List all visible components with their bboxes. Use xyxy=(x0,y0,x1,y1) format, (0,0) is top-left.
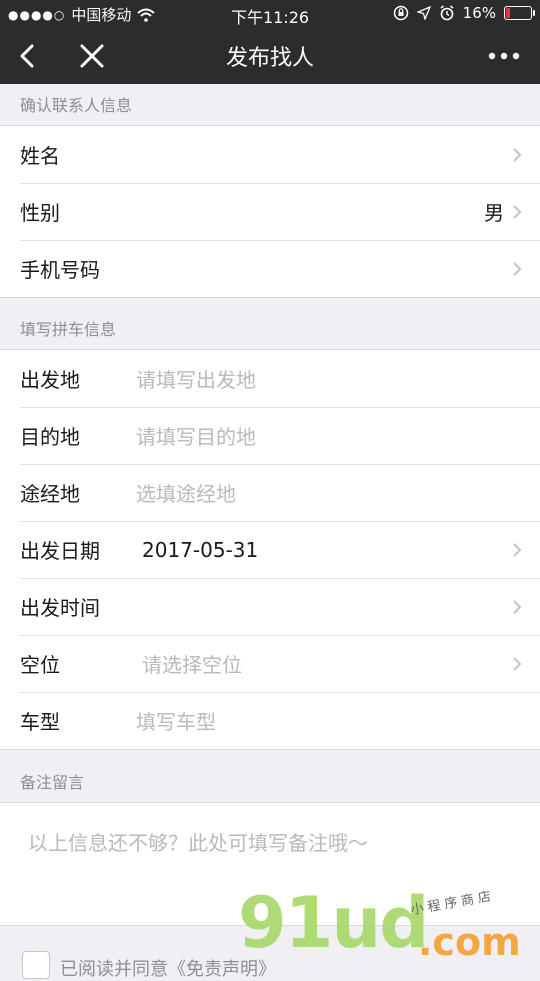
chevron-right-icon xyxy=(513,148,522,162)
contact-section-header: 确认联系人信息 xyxy=(20,96,133,115)
seats-select[interactable]: 请选择空位 xyxy=(142,649,242,678)
departure-date-value: 2017-05-31 xyxy=(142,537,259,562)
waypoint-label: 途经地 xyxy=(20,482,80,506)
location-arrow-icon xyxy=(416,6,431,20)
phone-label: 手机号码 xyxy=(20,258,100,282)
name-label: 姓名 xyxy=(20,144,60,168)
destination-row: 目的地 请填写目的地 xyxy=(0,407,540,464)
departure-input[interactable]: 请填写出发地 xyxy=(136,364,256,393)
contact-gender-row[interactable]: 性别 男 xyxy=(0,183,540,240)
gender-label: 性别 xyxy=(20,201,60,225)
departure-date-label: 出发日期 xyxy=(20,539,100,563)
chevron-right-icon xyxy=(513,205,522,219)
contact-name-row[interactable]: 姓名 xyxy=(0,126,540,183)
departure-time-row[interactable]: 出发时间 xyxy=(0,578,540,635)
notes-section-header: 备注留言 xyxy=(20,773,85,792)
agreement-row: 已阅读并同意《免责声明》 xyxy=(0,925,540,980)
alarm-icon xyxy=(440,5,454,21)
car-model-row: 车型 填写车型 xyxy=(0,692,540,749)
waypoint-input[interactable]: 选填途经地 xyxy=(136,478,236,507)
destination-input[interactable]: 请填写目的地 xyxy=(136,421,256,450)
carpool-section-header: 填写拼车信息 xyxy=(20,320,117,339)
agreement-checkbox[interactable] xyxy=(22,951,50,979)
battery-icon xyxy=(504,6,535,20)
destination-label: 目的地 xyxy=(20,425,80,449)
seats-row[interactable]: 空位 请选择空位 xyxy=(0,635,540,692)
status-bar: ●●●●○ 中国移动 下午11:26 16% xyxy=(0,0,540,28)
navigation-bar: 发布找人 xyxy=(0,28,540,84)
notes-textarea[interactable]: 以上信息还不够？此处可填写备注哦～ xyxy=(0,802,540,926)
departure-label: 出发地 xyxy=(20,368,80,392)
contact-phone-row[interactable]: 手机号码 xyxy=(0,240,540,297)
gender-value: 男 xyxy=(484,201,504,225)
agreement-text[interactable]: 已阅读并同意《免责声明》 xyxy=(60,955,276,981)
rotation-lock-icon xyxy=(393,5,408,21)
battery-percent: 16% xyxy=(462,4,496,22)
waypoint-row: 途经地 选填途经地 xyxy=(0,464,540,521)
top-bar: ●●●●○ 中国移动 下午11:26 16% 发布找人 xyxy=(0,0,540,84)
chevron-right-icon xyxy=(513,262,522,276)
seats-label: 空位 xyxy=(20,653,60,677)
chevron-right-icon xyxy=(513,600,522,614)
notes-placeholder: 以上信息还不够？此处可填写备注哦～ xyxy=(28,831,368,855)
status-right: 16% xyxy=(393,4,535,22)
page-title: 发布找人 xyxy=(225,46,314,71)
departure-time-label: 出发时间 xyxy=(20,596,100,620)
departure-date-row[interactable]: 出发日期 2017-05-31 xyxy=(0,521,540,578)
car-model-label: 车型 xyxy=(20,710,60,734)
carpool-group: 出发地 请填写出发地 目的地 请填写目的地 途经地 选填途经地 出发日期 201… xyxy=(0,349,540,750)
car-model-input[interactable]: 填写车型 xyxy=(136,706,216,735)
departure-row: 出发地 请填写出发地 xyxy=(0,350,540,407)
more-options-icon[interactable] xyxy=(486,48,522,64)
chevron-right-icon xyxy=(513,543,522,557)
contact-group: 姓名 性别 男 手机号码 xyxy=(0,125,540,298)
chevron-right-icon xyxy=(513,657,522,671)
